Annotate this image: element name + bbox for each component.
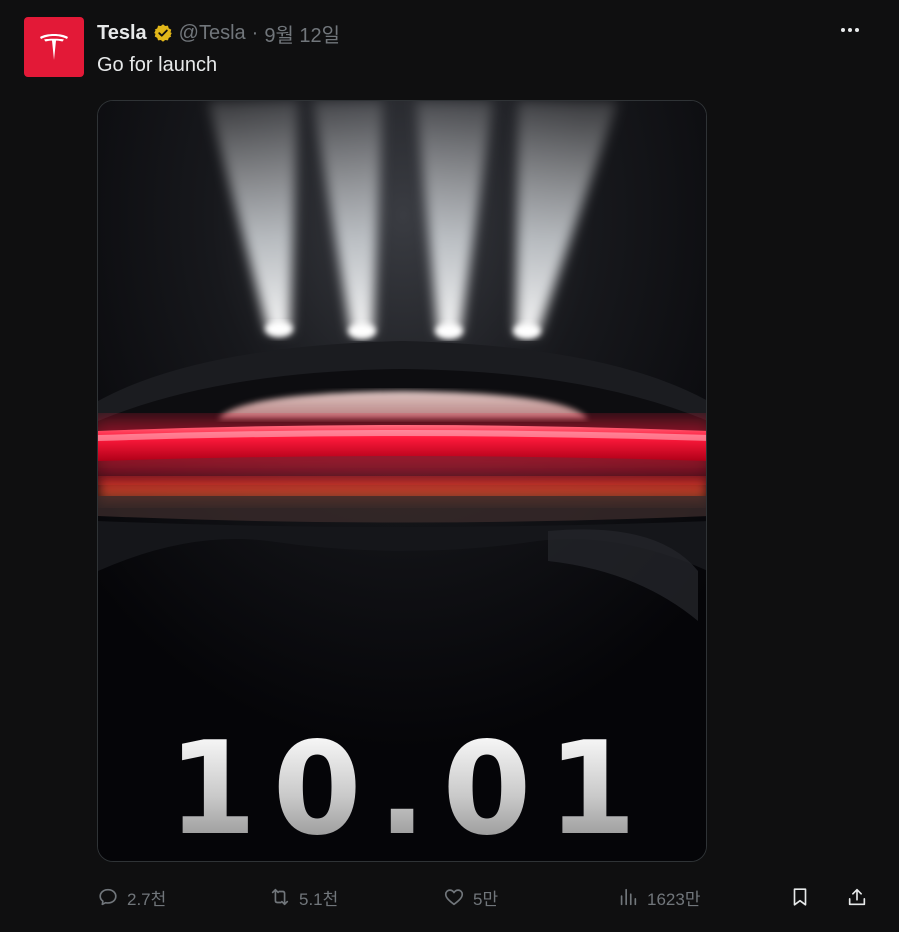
reply-count: 2.7천 (127, 889, 167, 909)
tweet-text: Go for launch (97, 54, 218, 76)
action-bar: 2.7천 5.1천 5만 1623만 (97, 880, 877, 914)
separator: · (251, 21, 259, 44)
views-chart-icon (620, 888, 637, 906)
post-date[interactable]: 9월 12일 (264, 19, 340, 48)
like-count: 5만 (473, 889, 499, 909)
bookmark-button[interactable] (789, 880, 811, 914)
post-media-image[interactable]: 10.01 (97, 100, 707, 862)
share-icon (848, 888, 866, 906)
verified-badge-icon[interactable] (153, 23, 173, 43)
author-handle[interactable]: @Tesla (179, 22, 246, 45)
views-count: 1623만 (647, 889, 701, 909)
bookmark-icon (793, 888, 807, 906)
share-button[interactable] (846, 880, 868, 914)
more-icon[interactable] (834, 18, 866, 42)
tweet-header: Tesla @Tesla · 9월 12일 (97, 19, 340, 48)
repost-icon (271, 888, 289, 906)
repost-count: 5.1천 (299, 889, 339, 909)
tweet: Tesla @Tesla · 9월 12일 Go for launch 10.0… (0, 0, 899, 932)
like-button[interactable]: 5만 (443, 880, 498, 914)
avatar[interactable] (24, 17, 84, 77)
reply-icon (99, 888, 117, 906)
author-name[interactable]: Tesla (97, 22, 147, 45)
reply-button[interactable]: 2.7천 (97, 880, 166, 914)
heart-icon (444, 889, 464, 906)
media-date-text: 10.01 (98, 726, 706, 854)
repost-button[interactable]: 5.1천 (269, 880, 338, 914)
tesla-logo-icon (40, 34, 68, 60)
views-button[interactable]: 1623만 (617, 880, 700, 914)
